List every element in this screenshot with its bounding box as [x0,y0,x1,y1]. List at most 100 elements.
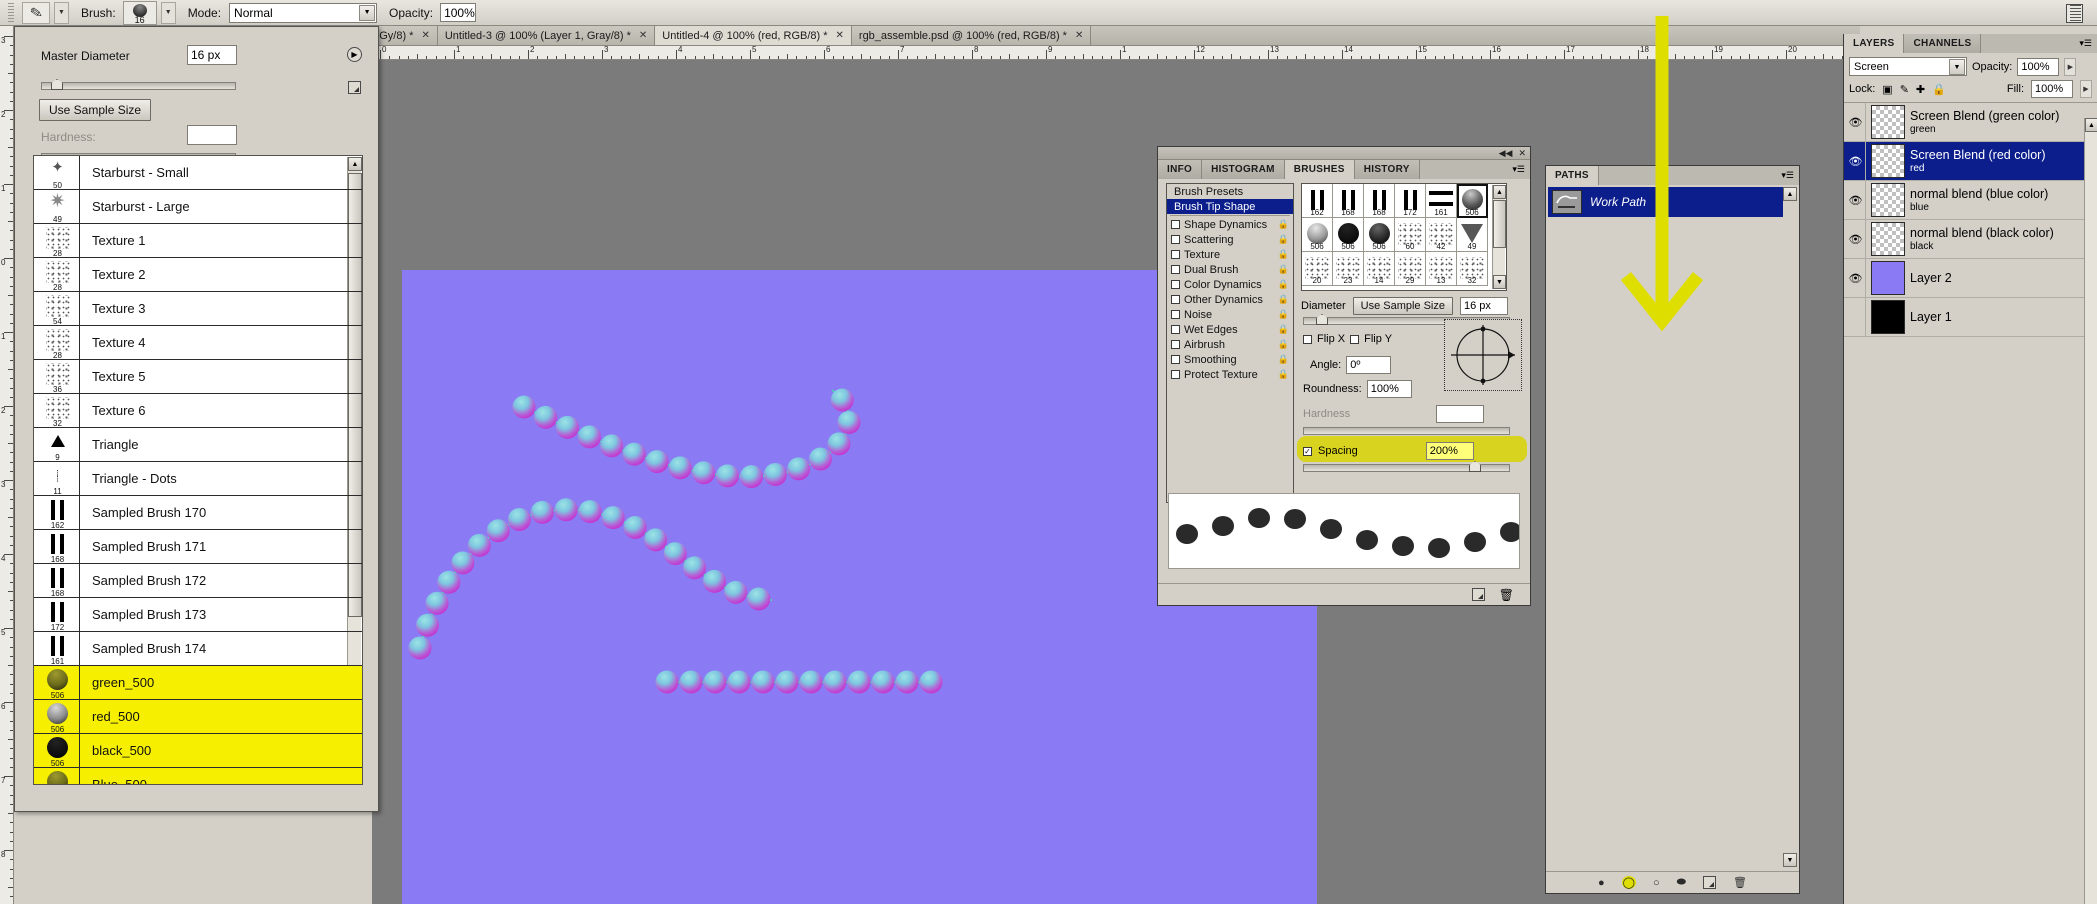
option-checkbox[interactable] [1171,310,1180,319]
stroke-path-with-brush-icon[interactable]: ◯ [1621,876,1636,889]
slider-thumb[interactable] [1469,461,1481,472]
option-checkbox[interactable] [1171,325,1180,334]
blend-mode-select[interactable]: Normal ▼ [229,2,378,23]
flip-y-checkbox[interactable] [1350,334,1360,344]
brush-tip-cell[interactable]: 20 [1302,252,1333,286]
tab-channels[interactable]: CHANNELS [1904,34,1982,53]
brush-preset-item[interactable]: 9 Triangle [34,428,362,462]
resize-grip-icon[interactable] [348,81,361,94]
collapse-icon[interactable]: ◀◀ [1499,148,1513,159]
brush-option-wet-edges[interactable]: Wet Edges 🔒 [1167,322,1293,337]
tab-paths[interactable]: PATHS [1546,166,1599,185]
brush-tip-cell[interactable]: 29 [1395,252,1426,286]
brush-preset-item[interactable]: 506 green_500 [34,666,362,700]
lock-icon[interactable]: 🔒 [1278,264,1289,275]
layer-row[interactable]: Layer 1 [1844,298,2097,337]
fill-path-icon[interactable]: ● [1598,877,1605,889]
layer-thumbnail[interactable] [1871,261,1905,295]
brush-preset-item[interactable]: 506 black_500 [34,734,362,768]
spacing-slider[interactable] [1303,461,1510,472]
lock-icon[interactable]: 🔒 [1278,249,1289,260]
brush-tip-cell[interactable]: 172 [1395,184,1426,218]
option-checkbox[interactable] [1171,220,1180,229]
brush-preset-item[interactable]: ✷ 49 Starburst - Large [34,190,362,224]
option-checkbox[interactable] [1171,295,1180,304]
slider-thumb[interactable] [1316,314,1328,325]
layer-thumbnail[interactable] [1871,222,1905,256]
layer-thumbnail[interactable] [1871,105,1905,139]
brush-tip-cell[interactable]: 168 [1333,184,1364,218]
brush-preset-item[interactable]: 168 Sampled Brush 172 [34,564,362,598]
layer-row[interactable]: 👁 Screen Blend (green color) green [1844,103,2097,142]
angle-input[interactable]: 0º [1346,356,1392,374]
close-icon[interactable]: ✕ [1075,30,1083,41]
opacity-input[interactable]: 100% [440,3,477,22]
brush-tip-cell[interactable]: 506 [1457,184,1488,218]
option-checkbox[interactable] [1171,265,1180,274]
scrollbar-thumb[interactable] [1493,200,1506,248]
brush-option-smoothing[interactable]: Smoothing 🔒 [1167,352,1293,367]
palettes-icon[interactable] [2066,4,2083,23]
panel-menu-icon[interactable]: ▾☰ [1512,160,1530,179]
flip-x-checkbox[interactable] [1303,334,1312,344]
brush-tip-cell[interactable]: 506 [1302,218,1333,252]
layer-opacity-input[interactable]: 100% [2017,57,2060,76]
brush-option-color-dynamics[interactable]: Color Dynamics 🔒 [1167,277,1293,292]
hardness-input[interactable] [187,125,237,145]
hardness-input[interactable] [1436,405,1485,423]
layer-thumbnail[interactable] [1871,144,1905,178]
delete-path-icon[interactable]: 🗑 [1733,876,1747,889]
brush-tip-cell[interactable]: 60 [1395,218,1426,252]
brush-option-brush-presets[interactable]: Brush Presets [1167,184,1293,199]
lock-icon[interactable]: 🔒 [1278,219,1289,230]
panel-menu-icon[interactable]: ▾☰ [2079,34,2097,53]
lock-icon[interactable]: 🔒 [1278,234,1289,245]
panel-menu-icon[interactable]: ▾☰ [1781,166,1799,185]
document-tab[interactable]: rgb_assemble.psd @ 100% (red, RGB/8) * ✕ [851,26,1092,45]
option-checkbox[interactable] [1171,340,1180,349]
tip-grid-scrollbar[interactable]: ▲ ▼ [1492,185,1506,289]
brush-tip-cell[interactable]: 49 [1457,218,1488,252]
scroll-up-icon[interactable]: ▲ [1493,185,1506,199]
brush-preset-list[interactable]: ▲ ▼ ✦ 50 Starburst - Small ✷ 49 Starburs… [33,155,363,785]
brush-tip-grid[interactable]: 162 168 168 172 161 506 506 506 506 60 42 49 20 2… [1301,183,1507,291]
brush-preset-item[interactable]: 506 Blue_500 [34,768,362,784]
tab-layers[interactable]: LAYERS [1844,34,1905,53]
scroll-up-icon[interactable]: ▲ [1783,187,1797,201]
layer-row[interactable]: 👁 Screen Blend (red color) red [1844,142,2097,181]
toolbar-grip[interactable] [8,2,14,23]
diameter-input[interactable]: 16 px [1460,297,1508,315]
fill-stepper-icon[interactable]: ▶ [2080,80,2092,98]
layer-visibility-toggle[interactable]: 👁 [1846,259,1866,297]
document-tab-active[interactable]: Untitled-4 @ 100% (red, RGB/8) * ✕ [655,26,852,45]
use-sample-size-button[interactable]: Use Sample Size [1352,297,1453,315]
brush-preset-item[interactable]: 28 Texture 4 [34,326,362,360]
hardness-slider[interactable] [1303,427,1510,435]
brush-tip-cell[interactable]: 162 [1302,184,1333,218]
brush-preset-item[interactable]: 168 Sampled Brush 171 [34,530,362,564]
brush-preset-item[interactable]: 28 Texture 1 [34,224,362,258]
brush-preset-item[interactable]: 32 Texture 6 [34,394,362,428]
close-icon[interactable]: ✕ [421,30,429,41]
lock-icon[interactable]: 🔒 [1278,324,1289,335]
lock-icon[interactable]: 🔒 [1278,369,1289,380]
brush-option-airbrush[interactable]: Airbrush 🔒 [1167,337,1293,352]
brush-tip-cell[interactable]: 23 [1333,252,1364,286]
brush-tip-cell[interactable]: 161 [1426,184,1457,218]
layer-visibility-toggle[interactable]: 👁 [1846,220,1866,258]
brush-tip-cell[interactable]: 42 [1426,218,1457,252]
option-checkbox[interactable] [1171,250,1180,259]
layer-visibility-toggle[interactable]: 👁 [1846,103,1866,141]
tab-history[interactable]: HISTORY [1354,160,1420,179]
brush-preset-item[interactable]: ✦ 50 Starburst - Small [34,156,362,190]
lock-icon[interactable]: 🔒 [1278,279,1289,290]
layer-thumbnail[interactable] [1871,300,1905,334]
brush-option-texture[interactable]: Texture 🔒 [1167,247,1293,262]
close-icon[interactable]: ✕ [836,30,844,41]
brush-tip-cell[interactable]: 14 [1364,252,1395,286]
spacing-checkbox[interactable]: ✓ [1303,446,1312,456]
brush-preset-item[interactable]: 162 Sampled Brush 170 [34,496,362,530]
horizontal-ruler[interactable]: 0 1 2 3 4 5 6 7 8 9 1 12 13 14 15 16 17 18 19 20 [372,46,1860,60]
brush-preset-item[interactable]: 506 red_500 [34,700,362,734]
brush-preset-popup[interactable]: Master Diameter 16 px ▶ Use Sample Size … [14,26,379,812]
